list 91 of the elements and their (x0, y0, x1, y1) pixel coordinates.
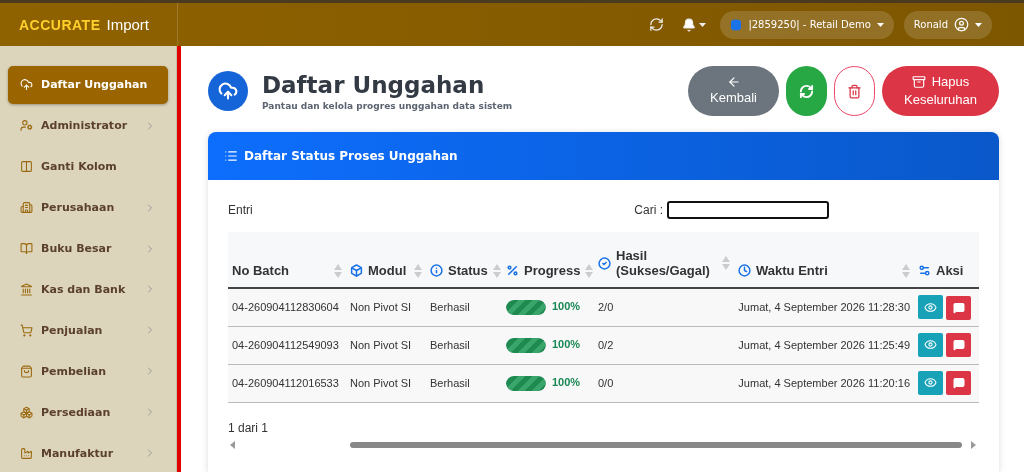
sidebar-item[interactable]: Daftar Unggahan (8, 66, 168, 104)
table-cell: 04-260904112549093 (228, 326, 346, 364)
user-dropdown[interactable]: Ronald (903, 10, 992, 39)
pagination-info: 1 dari 1 (228, 420, 269, 435)
factory-icon (20, 446, 33, 460)
caret-icon (699, 22, 707, 27)
progress-bar (506, 337, 546, 353)
view-button[interactable] (918, 295, 943, 319)
progress-percent: 100% (552, 337, 581, 350)
check-circle-icon (598, 256, 611, 270)
table-cell: Non Pivot SI (346, 326, 426, 364)
brand-subtitle: Import (106, 16, 150, 33)
list-icon (224, 149, 238, 163)
entries-label: Entri (228, 203, 253, 217)
trash-icon (847, 83, 862, 99)
sidebar-item[interactable]: Perusahaan (8, 188, 168, 227)
table-cell: Jumat, 4 September 2026 11:20:16 (734, 364, 914, 402)
progress-bar (506, 375, 546, 391)
progress-bar (506, 299, 546, 315)
caret-icon (975, 22, 982, 27)
chat-icon (952, 377, 965, 390)
bag-icon (20, 364, 33, 378)
table-cell: 0/0 (594, 364, 734, 402)
chat-icon (952, 339, 965, 352)
user-gear-icon (20, 119, 33, 133)
dumpster-icon (911, 75, 926, 89)
search-label: Cari : (634, 203, 663, 217)
sidebar-item[interactable]: Buku Besar (8, 229, 168, 268)
page-subtitle: Pantau dan kelola progres unggahan data sistem (262, 100, 514, 111)
table-cell: 2/0 (594, 288, 734, 326)
table-cell: Jumat, 4 September 2026 11:25:49 (734, 326, 914, 364)
bank-icon (20, 283, 33, 296)
columns-icon (20, 160, 33, 174)
sort-icon[interactable] (414, 263, 422, 278)
refresh-button[interactable] (786, 66, 827, 116)
percent-icon (506, 264, 519, 277)
cart-icon (20, 323, 33, 337)
delete-all-button[interactable]: Hapus Keseluruhan (882, 66, 999, 116)
eye-icon (924, 338, 937, 352)
table-cell: Berhasil (426, 288, 502, 326)
table-cell: Berhasil (426, 364, 502, 402)
database-icon (730, 18, 743, 31)
table-cell: 0/2 (594, 326, 734, 364)
sidebar-item[interactable]: Ganti Kolom (8, 147, 168, 186)
page-title: Daftar Unggahan (262, 71, 486, 98)
sort-icon[interactable] (722, 256, 730, 270)
bell-icon (682, 17, 697, 32)
message-button[interactable] (946, 371, 971, 396)
cloud-upload-icon (208, 71, 248, 111)
horizontal-scrollbar[interactable] (228, 439, 978, 450)
table-cell: Jumat, 4 September 2026 11:28:30 (734, 288, 914, 326)
book-icon (20, 242, 33, 256)
boxes-icon (20, 405, 33, 419)
search-field[interactable] (667, 201, 829, 219)
sort-icon[interactable] (902, 263, 910, 278)
cloud-upload-icon (20, 78, 33, 92)
box-icon (350, 264, 363, 277)
chat-icon (952, 301, 965, 314)
back-button[interactable]: Kembali (688, 66, 779, 116)
progress-percent: 100% (552, 375, 581, 388)
company-dropdown[interactable]: |2859250| - Retail Demo (720, 10, 894, 39)
card-title: Daftar Status Proses Unggahan (244, 149, 458, 163)
brand-logo: ACCURATE (19, 16, 101, 33)
caret-icon (876, 22, 884, 27)
table-cell: Non Pivot SI (346, 364, 426, 402)
view-button[interactable] (918, 332, 943, 357)
sidebar-item[interactable]: Penjualan (8, 311, 168, 350)
refresh-icon (799, 83, 814, 99)
view-button[interactable] (918, 370, 943, 395)
user-icon (954, 17, 969, 32)
sidebar-item[interactable]: Kas dan Bank (8, 270, 168, 309)
delete-button[interactable] (834, 66, 875, 116)
eye-icon (924, 300, 937, 314)
scrollbar[interactable] (176, 46, 181, 472)
sidebar-item[interactable]: Administrator (8, 106, 168, 145)
eye-icon (924, 376, 937, 390)
table-cell: 04-260904112016533 (228, 364, 346, 402)
sidebar-item[interactable]: Persediaan (8, 393, 168, 432)
clock-icon (738, 264, 751, 277)
message-button[interactable] (946, 295, 971, 320)
arrow-left-icon (726, 75, 741, 89)
table-cell: 04-260904112830604 (228, 288, 346, 326)
table-cell: Non Pivot SI (346, 288, 426, 326)
info-icon (430, 264, 443, 277)
message-button[interactable] (946, 333, 971, 358)
table-cell: Berhasil (426, 326, 502, 364)
sort-icon[interactable] (334, 263, 342, 278)
sidebar-item[interactable]: Pembelian (8, 352, 168, 391)
progress-percent: 100% (552, 300, 581, 313)
sidebar-item[interactable]: Manufaktur (8, 434, 168, 472)
building-icon (20, 201, 33, 215)
